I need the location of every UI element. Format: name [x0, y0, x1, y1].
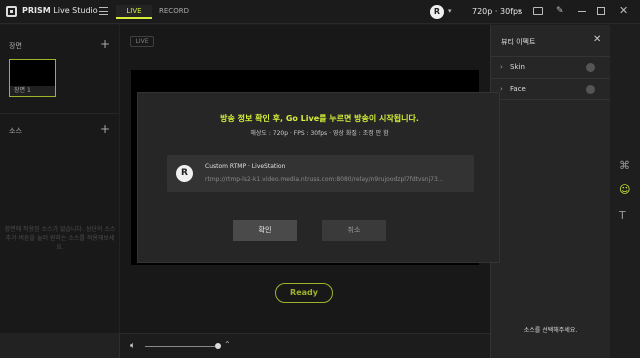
effect-label: Face — [510, 85, 526, 93]
chat-icon[interactable] — [533, 7, 543, 15]
channel-card: R Custom RTMP · LiveStation rtmp://rtmp-… — [167, 155, 474, 192]
effect-toggle[interactable] — [586, 63, 595, 72]
menu-icon[interactable] — [99, 7, 108, 15]
channel-url: rtmp://rtmp-ls2-k1.video.media.ntruss.co… — [205, 176, 444, 183]
effect-label: Skin — [510, 63, 525, 71]
text-icon[interactable]: T — [619, 209, 626, 222]
title-bar: PRISM Live Studio LIVE RECORD R ▾ 720p ·… — [0, 0, 640, 24]
tab-live[interactable]: LIVE — [116, 5, 152, 19]
close-icon[interactable]: ✕ — [593, 34, 601, 45]
smile-icon[interactable]: ☺ — [619, 183, 630, 196]
dialog-stream-info: 해상도 : 720p · FPS : 30fps · 영상 화질 : 조정 안 … — [250, 130, 389, 137]
close-window-button[interactable]: ✕ — [619, 4, 628, 17]
chevron-right-icon: › — [500, 63, 503, 71]
chevron-down-icon[interactable]: ▾ — [518, 7, 522, 15]
volume-slider[interactable] — [145, 346, 215, 347]
effect-toggle[interactable] — [586, 85, 595, 94]
cancel-button[interactable]: 취소 — [322, 220, 386, 241]
channel-name: Custom RTMP · LiveStation — [205, 163, 286, 170]
chevron-down-icon[interactable]: ▾ — [448, 7, 452, 15]
tab-record[interactable]: RECORD — [155, 5, 193, 19]
side-rail: ⌘ ☺ T — [610, 25, 640, 358]
volume-slider-handle[interactable] — [215, 343, 221, 349]
maximize-button[interactable] — [597, 7, 605, 15]
select-source-hint: 소스를 선택해주세요. — [523, 327, 578, 334]
account-avatar[interactable]: R — [430, 5, 444, 19]
app-title: PRISM Live Studio — [22, 6, 98, 15]
panel-title: 뷰티 이펙트 — [501, 38, 536, 46]
effect-item-face[interactable]: › Face — [491, 78, 610, 100]
channel-icon: R — [176, 165, 193, 182]
chevron-up-icon[interactable]: ⌃ — [224, 340, 231, 349]
audio-bar: 🔈︎ ⌃ — [120, 333, 490, 358]
beauty-effect-panel: 뷰티 이펙트 ✕ › Skin › Face 소스를 선택해주세요. — [490, 25, 610, 358]
prism-logo-icon — [6, 6, 17, 17]
effect-item-skin[interactable]: › Skin — [491, 56, 610, 78]
minimize-button[interactable] — [578, 11, 586, 12]
resolution-selector[interactable]: 720p · 30fps — [472, 7, 522, 16]
pin-icon[interactable]: ✎ — [556, 6, 564, 16]
go-live-dialog: 방송 정보 확인 후, Go Live를 누르면 방송이 시작됩니다. 해상도 … — [137, 92, 500, 263]
dialog-title: 방송 정보 확인 후, Go Live를 누르면 방송이 시작됩니다. — [220, 114, 419, 123]
confirm-button[interactable]: 확인 — [233, 220, 297, 241]
layers-icon[interactable]: ⌘ — [619, 159, 630, 172]
chevron-right-icon: › — [500, 85, 503, 93]
volume-icon[interactable]: 🔈︎ — [130, 341, 135, 351]
